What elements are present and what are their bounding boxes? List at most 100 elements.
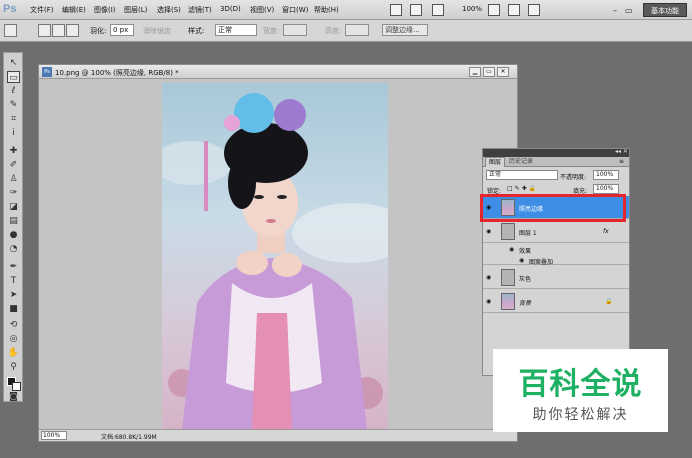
spot-healing-icon[interactable]: ✚ <box>7 145 20 157</box>
menu-help[interactable]: 帮助(H) <box>314 5 339 15</box>
lasso-tool-icon[interactable]: ℓ <box>7 85 20 97</box>
blend-mode-select[interactable]: 正常 <box>486 170 558 180</box>
shape-tool-icon[interactable]: ■ <box>7 303 20 315</box>
3d-orbit-icon[interactable]: ◎ <box>7 333 20 345</box>
marquee-preset-icon[interactable] <box>4 24 17 37</box>
document-maximize-icon[interactable]: ▭ <box>483 67 495 77</box>
eye-icon[interactable]: ◉ <box>486 228 494 235</box>
3d-rotate-icon[interactable]: ⟲ <box>7 319 20 331</box>
eye-icon[interactable]: ◉ <box>486 298 494 305</box>
eye-icon[interactable]: ◉ <box>486 274 494 281</box>
panel-header[interactable]: ◂◂ ✕ <box>483 148 629 157</box>
brush-tool-icon[interactable]: ✐ <box>7 159 20 171</box>
restore-icon[interactable]: ▭ <box>625 6 633 15</box>
layer-name: 灰色 <box>519 276 532 283</box>
new-selection-icon[interactable] <box>38 24 51 37</box>
background-color-swatch[interactable] <box>12 382 21 391</box>
panel-menu-icon[interactable]: ≡ <box>619 158 624 165</box>
lock-icons[interactable]: □✎✚🔒 <box>507 185 538 192</box>
marquee-tool-icon[interactable]: ▭ <box>7 71 20 83</box>
zoom-level[interactable]: 100% <box>462 5 482 13</box>
hand-tool-icon[interactable] <box>488 4 500 16</box>
tab-history[interactable]: 历史记录 <box>506 157 536 167</box>
width-input[interactable] <box>283 24 307 36</box>
fill-input[interactable]: 100% <box>593 184 619 194</box>
watermark-subtitle: 助你轻松解决 <box>532 407 629 423</box>
eyedropper-icon[interactable]: ⅰ <box>7 127 20 139</box>
minibridge-icon[interactable] <box>410 4 422 16</box>
add-selection-icon[interactable] <box>52 24 65 37</box>
photoshop-logo: Ps <box>3 3 17 15</box>
eye-icon[interactable]: ◉ <box>519 257 524 264</box>
layer-row-background[interactable]: ◉ 背景 🔒 <box>483 290 629 313</box>
panel-tabs: 图层 历史记录 ≡ <box>483 157 629 167</box>
crop-tool-icon[interactable]: ⌗ <box>7 113 20 125</box>
canvas-photo[interactable] <box>162 83 388 429</box>
highlight-box <box>480 194 626 222</box>
layer-row-layer1[interactable]: ◉ 图层 1 fx <box>483 220 629 243</box>
blur-tool-icon[interactable]: ● <box>7 229 20 241</box>
lock-icon: 🔒 <box>605 298 613 305</box>
antialias-checkbox[interactable]: 消除锯齿 <box>143 26 171 36</box>
quick-selection-icon[interactable]: ✎ <box>7 99 20 111</box>
workspace-button[interactable]: 基本功能 <box>643 3 687 17</box>
opacity-input[interactable]: 100% <box>593 170 619 180</box>
minimize-icon[interactable]: – <box>613 6 617 15</box>
menu-3d[interactable]: 3D(D) <box>220 5 241 13</box>
arrange-documents-icon[interactable] <box>508 4 520 16</box>
toolbox: ↖ ▭ ℓ ✎ ⌗ ⅰ ✚ ✐ ♙ ✑ ◪ ▤ ● ◔ ✒ T ➤ ■ ⟲ ◎ … <box>3 52 23 402</box>
history-brush-icon[interactable]: ✑ <box>7 187 20 199</box>
clone-stamp-icon[interactable]: ♙ <box>7 173 20 185</box>
layer-thumbnail <box>501 223 515 240</box>
menu-select[interactable]: 选择(S) <box>157 5 181 15</box>
document-close-icon[interactable]: ✕ <box>497 67 509 77</box>
bridge-icon[interactable] <box>390 4 402 16</box>
effects-row[interactable]: ◉ 效果 <box>483 244 629 255</box>
canvas-area[interactable] <box>39 79 517 429</box>
document-titlebar[interactable]: Ps 10.png @ 100% (照亮边缘, RGB/8) * ▁ ▭ ✕ <box>39 65 517 79</box>
menu-image[interactable]: 图像(I) <box>94 5 116 15</box>
document-title: 10.png @ 100% (照亮边缘, RGB/8) * <box>55 69 179 77</box>
pattern-overlay-row[interactable]: ◉ 图案叠加 <box>483 255 629 266</box>
menu-filter[interactable]: 滤镜(T) <box>188 5 212 15</box>
tab-layers[interactable]: 图层 <box>485 157 506 167</box>
menu-layer[interactable]: 图层(L) <box>124 5 147 15</box>
gradient-icon[interactable]: ▤ <box>7 215 20 227</box>
layers-panel: ◂◂ ✕ 图层 历史记录 ≡ 正常 不透明度: 100% 锁定: □✎✚🔒 填充… <box>482 148 630 376</box>
fx-icon[interactable]: fx <box>603 228 609 235</box>
document-minimize-icon[interactable]: ▁ <box>469 67 481 77</box>
feather-input[interactable]: 0 px <box>110 24 134 36</box>
layer-row-gray[interactable]: ◉ 灰色 <box>483 266 629 289</box>
panel-collapse-icon[interactable]: ◂◂ ✕ <box>615 148 628 155</box>
height-input[interactable] <box>345 24 369 36</box>
document-info[interactable]: 文档:680.8K/1.99M <box>101 432 157 441</box>
menu-edit[interactable]: 编辑(E) <box>62 5 86 15</box>
style-select[interactable]: 正常 <box>215 24 257 36</box>
subtract-selection-icon[interactable] <box>66 24 79 37</box>
move-tool-icon[interactable]: ↖ <box>7 57 20 69</box>
menu-window[interactable]: 窗口(W) <box>282 5 308 15</box>
menu-file[interactable]: 文件(F) <box>30 5 54 15</box>
document-zoom-field[interactable]: 100% <box>41 431 67 440</box>
eye-icon[interactable]: ◉ <box>509 246 514 253</box>
screen-mode-icon[interactable] <box>528 4 540 16</box>
document-statusbar: 100% 文档:680.8K/1.99M <box>39 429 517 441</box>
watermark: 百科全说 助你轻松解决 <box>493 349 668 432</box>
document-ps-icon: Ps <box>42 67 52 77</box>
hand-icon[interactable]: ✋ <box>7 347 20 359</box>
dodge-tool-icon[interactable]: ◔ <box>7 243 20 255</box>
options-bar: 羽化: 0 px 消除锯齿 样式: 正常 宽度: 高度: 调整边缘... <box>0 20 692 42</box>
menu-view[interactable]: 视图(V) <box>250 5 274 15</box>
watermark-title: 百科全说 <box>518 367 643 402</box>
eraser-icon[interactable]: ◪ <box>7 201 20 213</box>
portrait-illustration <box>162 93 388 429</box>
refine-edge-button[interactable]: 调整边缘... <box>382 24 428 36</box>
view-extras-icon[interactable] <box>432 4 444 16</box>
type-tool-icon[interactable]: T <box>7 275 20 287</box>
pattern-overlay-label: 图案叠加 <box>529 259 554 266</box>
style-label: 样式: <box>188 27 205 35</box>
quick-mask-icon[interactable]: ◙ <box>7 391 20 403</box>
path-selection-icon[interactable]: ➤ <box>7 289 20 301</box>
zoom-tool-icon[interactable]: ⚲ <box>7 361 20 373</box>
pen-tool-icon[interactable]: ✒ <box>7 261 20 273</box>
